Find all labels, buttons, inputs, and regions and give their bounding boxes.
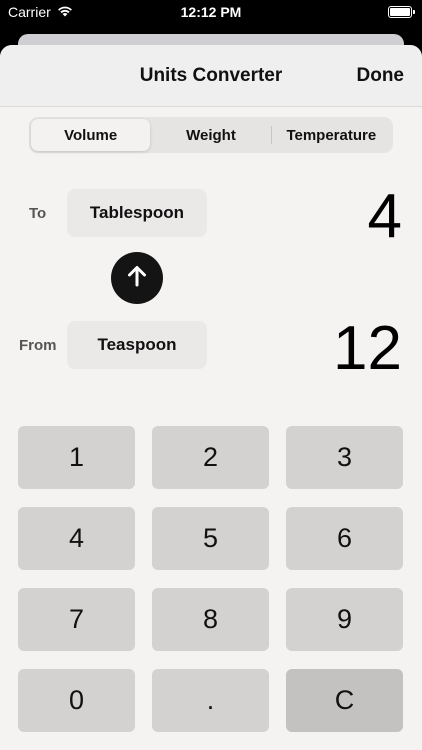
key-4[interactable]: 4 (18, 507, 135, 570)
key-1[interactable]: 1 (18, 426, 135, 489)
key-6[interactable]: 6 (286, 507, 403, 570)
navigation-bar: Units Converter Done (0, 45, 422, 107)
key-7[interactable]: 7 (18, 588, 135, 651)
done-button[interactable]: Done (357, 65, 405, 87)
app-screen: Carrier 12:12 PM Units Converter Done Vo… (0, 0, 422, 750)
number-keypad: 1 2 3 4 5 6 7 8 9 0 . C (18, 426, 404, 732)
key-9[interactable]: 9 (286, 588, 403, 651)
status-bar: Carrier 12:12 PM (0, 0, 422, 26)
key-8[interactable]: 8 (152, 588, 269, 651)
to-label: To (29, 205, 47, 222)
from-value: 12 (333, 314, 402, 383)
key-3[interactable]: 3 (286, 426, 403, 489)
battery-icon (388, 6, 415, 18)
segment-weight[interactable]: Weight (151, 119, 270, 151)
segment-temperature[interactable]: Temperature (272, 119, 391, 151)
key-clear[interactable]: C (286, 669, 403, 732)
arrow-up-icon (124, 263, 150, 294)
from-unit-button[interactable]: Teaspoon (67, 321, 207, 369)
from-label: From (19, 337, 57, 354)
to-value: 4 (367, 182, 402, 251)
key-decimal[interactable]: . (152, 669, 269, 732)
to-unit-button[interactable]: Tablespoon (67, 189, 207, 237)
unit-category-segmented-control: Volume Weight Temperature (29, 117, 393, 153)
converter-sheet: Units Converter Done Volume Weight Tempe… (0, 45, 422, 750)
swap-units-button[interactable] (111, 252, 163, 304)
key-2[interactable]: 2 (152, 426, 269, 489)
status-time: 12:12 PM (180, 4, 242, 20)
key-5[interactable]: 5 (152, 507, 269, 570)
segment-volume[interactable]: Volume (31, 119, 151, 151)
key-0[interactable]: 0 (18, 669, 135, 732)
